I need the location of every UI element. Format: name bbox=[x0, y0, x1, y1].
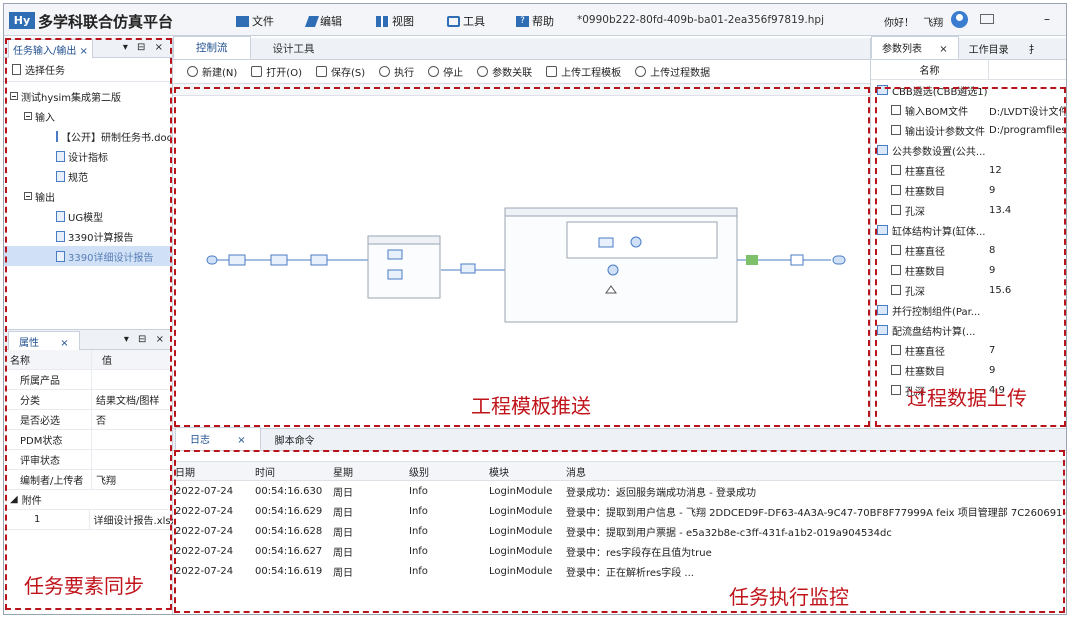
menu-file[interactable]: 文件 bbox=[236, 13, 274, 29]
help-icon: ? bbox=[516, 15, 529, 27]
save-button[interactable]: 保存(S) bbox=[315, 64, 366, 79]
app-window: Hy 多学科联合仿真平台 文件 编辑 视图 工具 ? 帮助 *0990b222-… bbox=[3, 3, 1067, 615]
menu-tools[interactable]: 工具 bbox=[447, 13, 485, 29]
link-icon bbox=[477, 66, 489, 77]
open-icon bbox=[251, 66, 263, 77]
menu-help-label: 帮助 bbox=[532, 15, 554, 28]
open-label: 打开(O) bbox=[266, 68, 302, 79]
tab-control-flow[interactable]: 控制流 bbox=[173, 36, 251, 59]
project-filename: *0990b222-80fd-409b-ba01-2ea356f97819.hp… bbox=[577, 14, 825, 26]
menu-view-label: 视图 bbox=[392, 15, 414, 28]
annotation-box-log bbox=[174, 450, 1065, 613]
open-button[interactable]: 打开(O) bbox=[251, 64, 302, 79]
tools-icon bbox=[447, 15, 460, 27]
upload-data-button[interactable]: 上传过程数据 bbox=[635, 64, 710, 79]
tab-more[interactable]: 扌 bbox=[1019, 38, 1049, 59]
stop-label: 停止 bbox=[443, 68, 464, 79]
menu-help[interactable]: ? 帮助 bbox=[516, 13, 554, 29]
menu-file-label: 文件 bbox=[252, 15, 274, 28]
grid-icon bbox=[376, 15, 389, 27]
upload-data-label: 上传过程数据 bbox=[650, 68, 711, 79]
avatar[interactable] bbox=[951, 11, 968, 28]
greeting-text: 你好！ bbox=[884, 18, 914, 29]
menu-view[interactable]: 视图 bbox=[376, 13, 414, 29]
param-link-label: 参数关联 bbox=[492, 68, 533, 79]
mail-icon[interactable] bbox=[980, 14, 994, 24]
param-link-button[interactable]: 参数关联 bbox=[477, 64, 532, 79]
tab-work-dir[interactable]: 工作目录 bbox=[959, 38, 1019, 59]
menu-edit[interactable]: 编辑 bbox=[304, 13, 342, 29]
tab-script[interactable]: 脚本命令 bbox=[261, 429, 329, 450]
annotation-box-center bbox=[174, 87, 870, 427]
minimize-button[interactable]: – bbox=[1044, 12, 1050, 26]
upload-template-button[interactable]: 上传工程模板 bbox=[546, 64, 621, 79]
col-name: 名称 bbox=[871, 60, 989, 79]
folder-icon bbox=[236, 15, 249, 27]
tab-design-tools[interactable]: 设计工具 bbox=[251, 38, 337, 59]
log-tabs: 日志 × 脚本命令 bbox=[173, 427, 1066, 451]
save-label: 保存(S) bbox=[330, 68, 366, 79]
plus-icon bbox=[187, 66, 198, 77]
user-name: 飞翔 bbox=[923, 18, 944, 29]
book-icon bbox=[546, 66, 558, 77]
center-tabs: 控制流 设计工具 bbox=[173, 36, 870, 60]
menu-tools-label: 工具 bbox=[463, 15, 485, 28]
greeting: 你好！ 飞翔 bbox=[884, 14, 943, 29]
app-logo: Hy bbox=[9, 12, 35, 29]
tab-param-list[interactable]: 参数列表 × bbox=[871, 36, 959, 59]
stop-icon bbox=[428, 66, 440, 77]
save-icon bbox=[315, 66, 327, 77]
annotation-box-left bbox=[5, 38, 172, 610]
tab-log[interactable]: 日志 × bbox=[175, 427, 261, 450]
annotation-box-right bbox=[875, 87, 1066, 427]
new-label: 新建(N) bbox=[202, 68, 238, 79]
title-bar: Hy 多学科联合仿真平台 文件 编辑 视图 工具 ? 帮助 *0990b222-… bbox=[4, 4, 1066, 36]
upload-template-label: 上传工程模板 bbox=[561, 68, 622, 79]
run-label: 执行 bbox=[394, 68, 415, 79]
play-icon bbox=[379, 66, 391, 77]
menu-edit-label: 编辑 bbox=[320, 15, 342, 28]
app-title: 多学科联合仿真平台 bbox=[38, 13, 174, 31]
right-tabs: 参数列表 × 工作目录 扌 bbox=[871, 36, 1066, 60]
tab-param-list-label: 参数列表 bbox=[882, 44, 922, 55]
new-button[interactable]: 新建(N) bbox=[187, 64, 237, 79]
upload-cloud-icon bbox=[635, 66, 647, 77]
param-column-header: 名称 bbox=[871, 60, 1066, 80]
workflow-toolbar: 新建(N) 打开(O) 保存(S) 执行 停止 参数关联 上传工程模板 上传过程… bbox=[173, 60, 870, 84]
pencil-icon bbox=[304, 15, 320, 27]
run-button[interactable]: 执行 bbox=[379, 64, 414, 79]
stop-button[interactable]: 停止 bbox=[428, 64, 463, 79]
tab-log-label: 日志 bbox=[190, 435, 210, 446]
